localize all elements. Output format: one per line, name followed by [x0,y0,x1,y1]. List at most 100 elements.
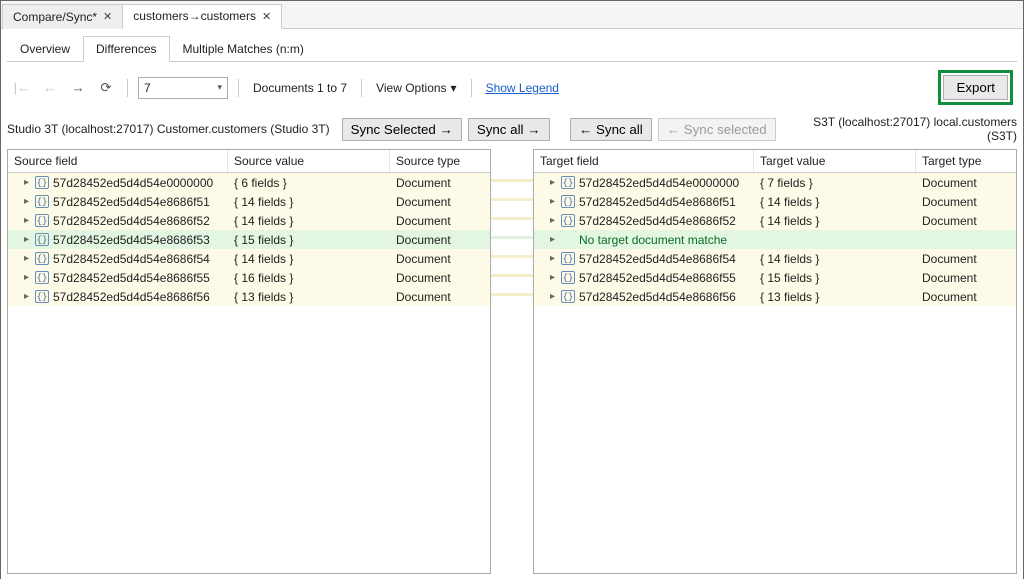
close-icon[interactable]: ✕ [103,10,112,23]
row-type: Document [916,176,1016,190]
table-row[interactable]: ▸{}57d28452ed5d4d54e8686f54{ 14 fields }… [534,249,1016,268]
show-legend-link[interactable]: Show Legend [482,81,563,95]
col-target-type[interactable]: Target type [916,150,1016,172]
tab-label: Compare/Sync* [13,10,97,24]
row-id: 57d28452ed5d4d54e8686f52 [53,214,210,228]
row-type: Document [390,214,490,228]
expand-icon[interactable]: ▸ [22,177,31,188]
document-range-label: Documents 1 to 7 [249,81,351,95]
table-row[interactable]: ▸{}57d28452ed5d4d54e8686f56{ 13 fields }… [8,287,490,306]
row-id: 57d28452ed5d4d54e0000000 [53,176,213,190]
row-id: 57d28452ed5d4d54e0000000 [579,176,739,190]
row-value: { 14 fields } [754,195,916,209]
diff-panels: Source field Source value Source type ▸{… [7,149,1017,574]
table-row[interactable]: ▸{}57d28452ed5d4d54e8686f51{ 14 fields }… [534,192,1016,211]
expand-icon[interactable]: ▸ [22,272,31,283]
table-row[interactable]: ▸{}57d28452ed5d4d54e8686f52{ 14 fields }… [8,211,490,230]
refresh-icon[interactable]: ⟳ [95,78,117,98]
row-value: { 7 fields } [754,176,916,190]
table-row[interactable]: ▸ No target document matche [534,230,1016,249]
row-type: Document [390,233,490,247]
row-type: Document [390,252,490,266]
view-options-dropdown[interactable]: View Options ▾ [372,81,461,95]
document-icon: {} [561,290,575,303]
table-row[interactable]: ▸{}57d28452ed5d4d54e8686f55{ 16 fields }… [8,268,490,287]
tab-label: customers→customers [133,9,256,23]
col-source-field[interactable]: Source field [8,150,228,172]
table-row[interactable]: ▸{}57d28452ed5d4d54e8686f53{ 15 fields }… [8,230,490,249]
export-button[interactable]: Export [943,75,1008,100]
export-highlight: Export [938,70,1013,105]
sync-selected-right-button[interactable]: Sync Selected → [342,118,462,141]
document-icon: {} [35,176,49,189]
source-panel: Source field Source value Source type ▸{… [7,149,491,574]
row-value: { 13 fields } [754,290,916,304]
expand-icon[interactable]: ▸ [548,215,557,226]
row-type: Document [916,290,1016,304]
nav-next-icon[interactable]: → [67,78,89,98]
expand-icon[interactable]: ▸ [22,196,31,207]
row-id: 57d28452ed5d4d54e8686f52 [579,214,736,228]
expand-icon[interactable]: ▸ [22,234,31,245]
expand-icon[interactable]: ▸ [548,196,557,207]
expand-icon[interactable]: ▸ [22,253,31,264]
chevron-down-icon: ▾ [451,81,457,95]
col-source-type[interactable]: Source type [390,150,490,172]
table-row[interactable]: ▸{}57d28452ed5d4d54e8686f56{ 13 fields }… [534,287,1016,306]
page-size-combo[interactable]: 7 ▾ [138,77,228,99]
diff-connector [491,266,533,285]
diff-gap [491,149,533,574]
table-row[interactable]: ▸{}57d28452ed5d4d54e0000000{ 7 fields }D… [534,173,1016,192]
expand-icon[interactable]: ▸ [548,253,557,264]
sync-all-right-button[interactable]: Sync all → [468,118,550,141]
expand-icon[interactable]: ▸ [548,234,557,245]
nav-prev-icon[interactable]: ← [39,78,61,98]
document-icon: {} [561,252,575,265]
row-value: { 14 fields } [228,195,390,209]
row-type: Document [390,195,490,209]
sync-all-left-button[interactable]: ← Sync all [570,118,652,141]
table-row[interactable]: ▸{}57d28452ed5d4d54e8686f51{ 14 fields }… [8,192,490,211]
diff-connector [491,228,533,247]
diff-connector [491,247,533,266]
expand-icon[interactable]: ▸ [22,291,31,302]
row-value: { 16 fields } [228,271,390,285]
table-row[interactable]: ▸ {} 57d28452ed5d4d54e8686f52 { 14 fields }… [534,211,1016,230]
col-target-field[interactable]: Target field [534,150,754,172]
tab-overview[interactable]: Overview [7,36,83,62]
document-icon: {} [35,195,49,208]
no-match-label: No target document matche [579,233,727,247]
nav-first-icon[interactable]: |← [11,78,33,98]
document-icon: {} [561,271,575,284]
document-icon: {} [561,214,575,227]
diff-connector [491,285,533,304]
col-source-value[interactable]: Source value [228,150,390,172]
target-connection-label: S3T (localhost:27017) local.customers (S… [782,115,1017,143]
row-type: Document [916,214,1016,228]
separator [127,79,128,97]
separator [238,79,239,97]
expand-icon[interactable]: ▸ [548,272,557,283]
expand-icon[interactable]: ▸ [22,215,31,226]
tab-differences[interactable]: Differences [83,36,169,62]
source-connection-label: Studio 3T (localhost:27017) Customer.cus… [7,122,330,136]
main-tab-customers[interactable]: customers→customers ✕ [122,4,282,29]
sync-bar: Studio 3T (localhost:27017) Customer.cus… [7,113,1017,149]
document-icon: {} [35,290,49,303]
expand-icon[interactable]: ▸ [548,291,557,302]
table-row[interactable]: ▸{}57d28452ed5d4d54e8686f54{ 14 fields }… [8,249,490,268]
document-icon: {} [35,271,49,284]
toolbar: |← ← → ⟳ 7 ▾ Documents 1 to 7 View Optio… [7,62,1017,113]
row-value: { 14 fields } [228,252,390,266]
table-row[interactable]: ▸{}57d28452ed5d4d54e8686f55{ 15 fields }… [534,268,1016,287]
close-icon[interactable]: ✕ [262,10,271,23]
tab-multiple-matches[interactable]: Multiple Matches (n:m) [170,36,317,62]
row-value: { 14 fields } [754,214,916,228]
col-target-value[interactable]: Target value [754,150,916,172]
row-type: Document [916,195,1016,209]
row-value: { 6 fields } [228,176,390,190]
expand-icon[interactable]: ▸ [548,177,557,188]
table-row[interactable]: ▸{}57d28452ed5d4d54e0000000{ 6 fields }D… [8,173,490,192]
row-id: 57d28452ed5d4d54e8686f54 [53,252,210,266]
main-tab-compare-sync[interactable]: Compare/Sync* ✕ [2,4,123,29]
